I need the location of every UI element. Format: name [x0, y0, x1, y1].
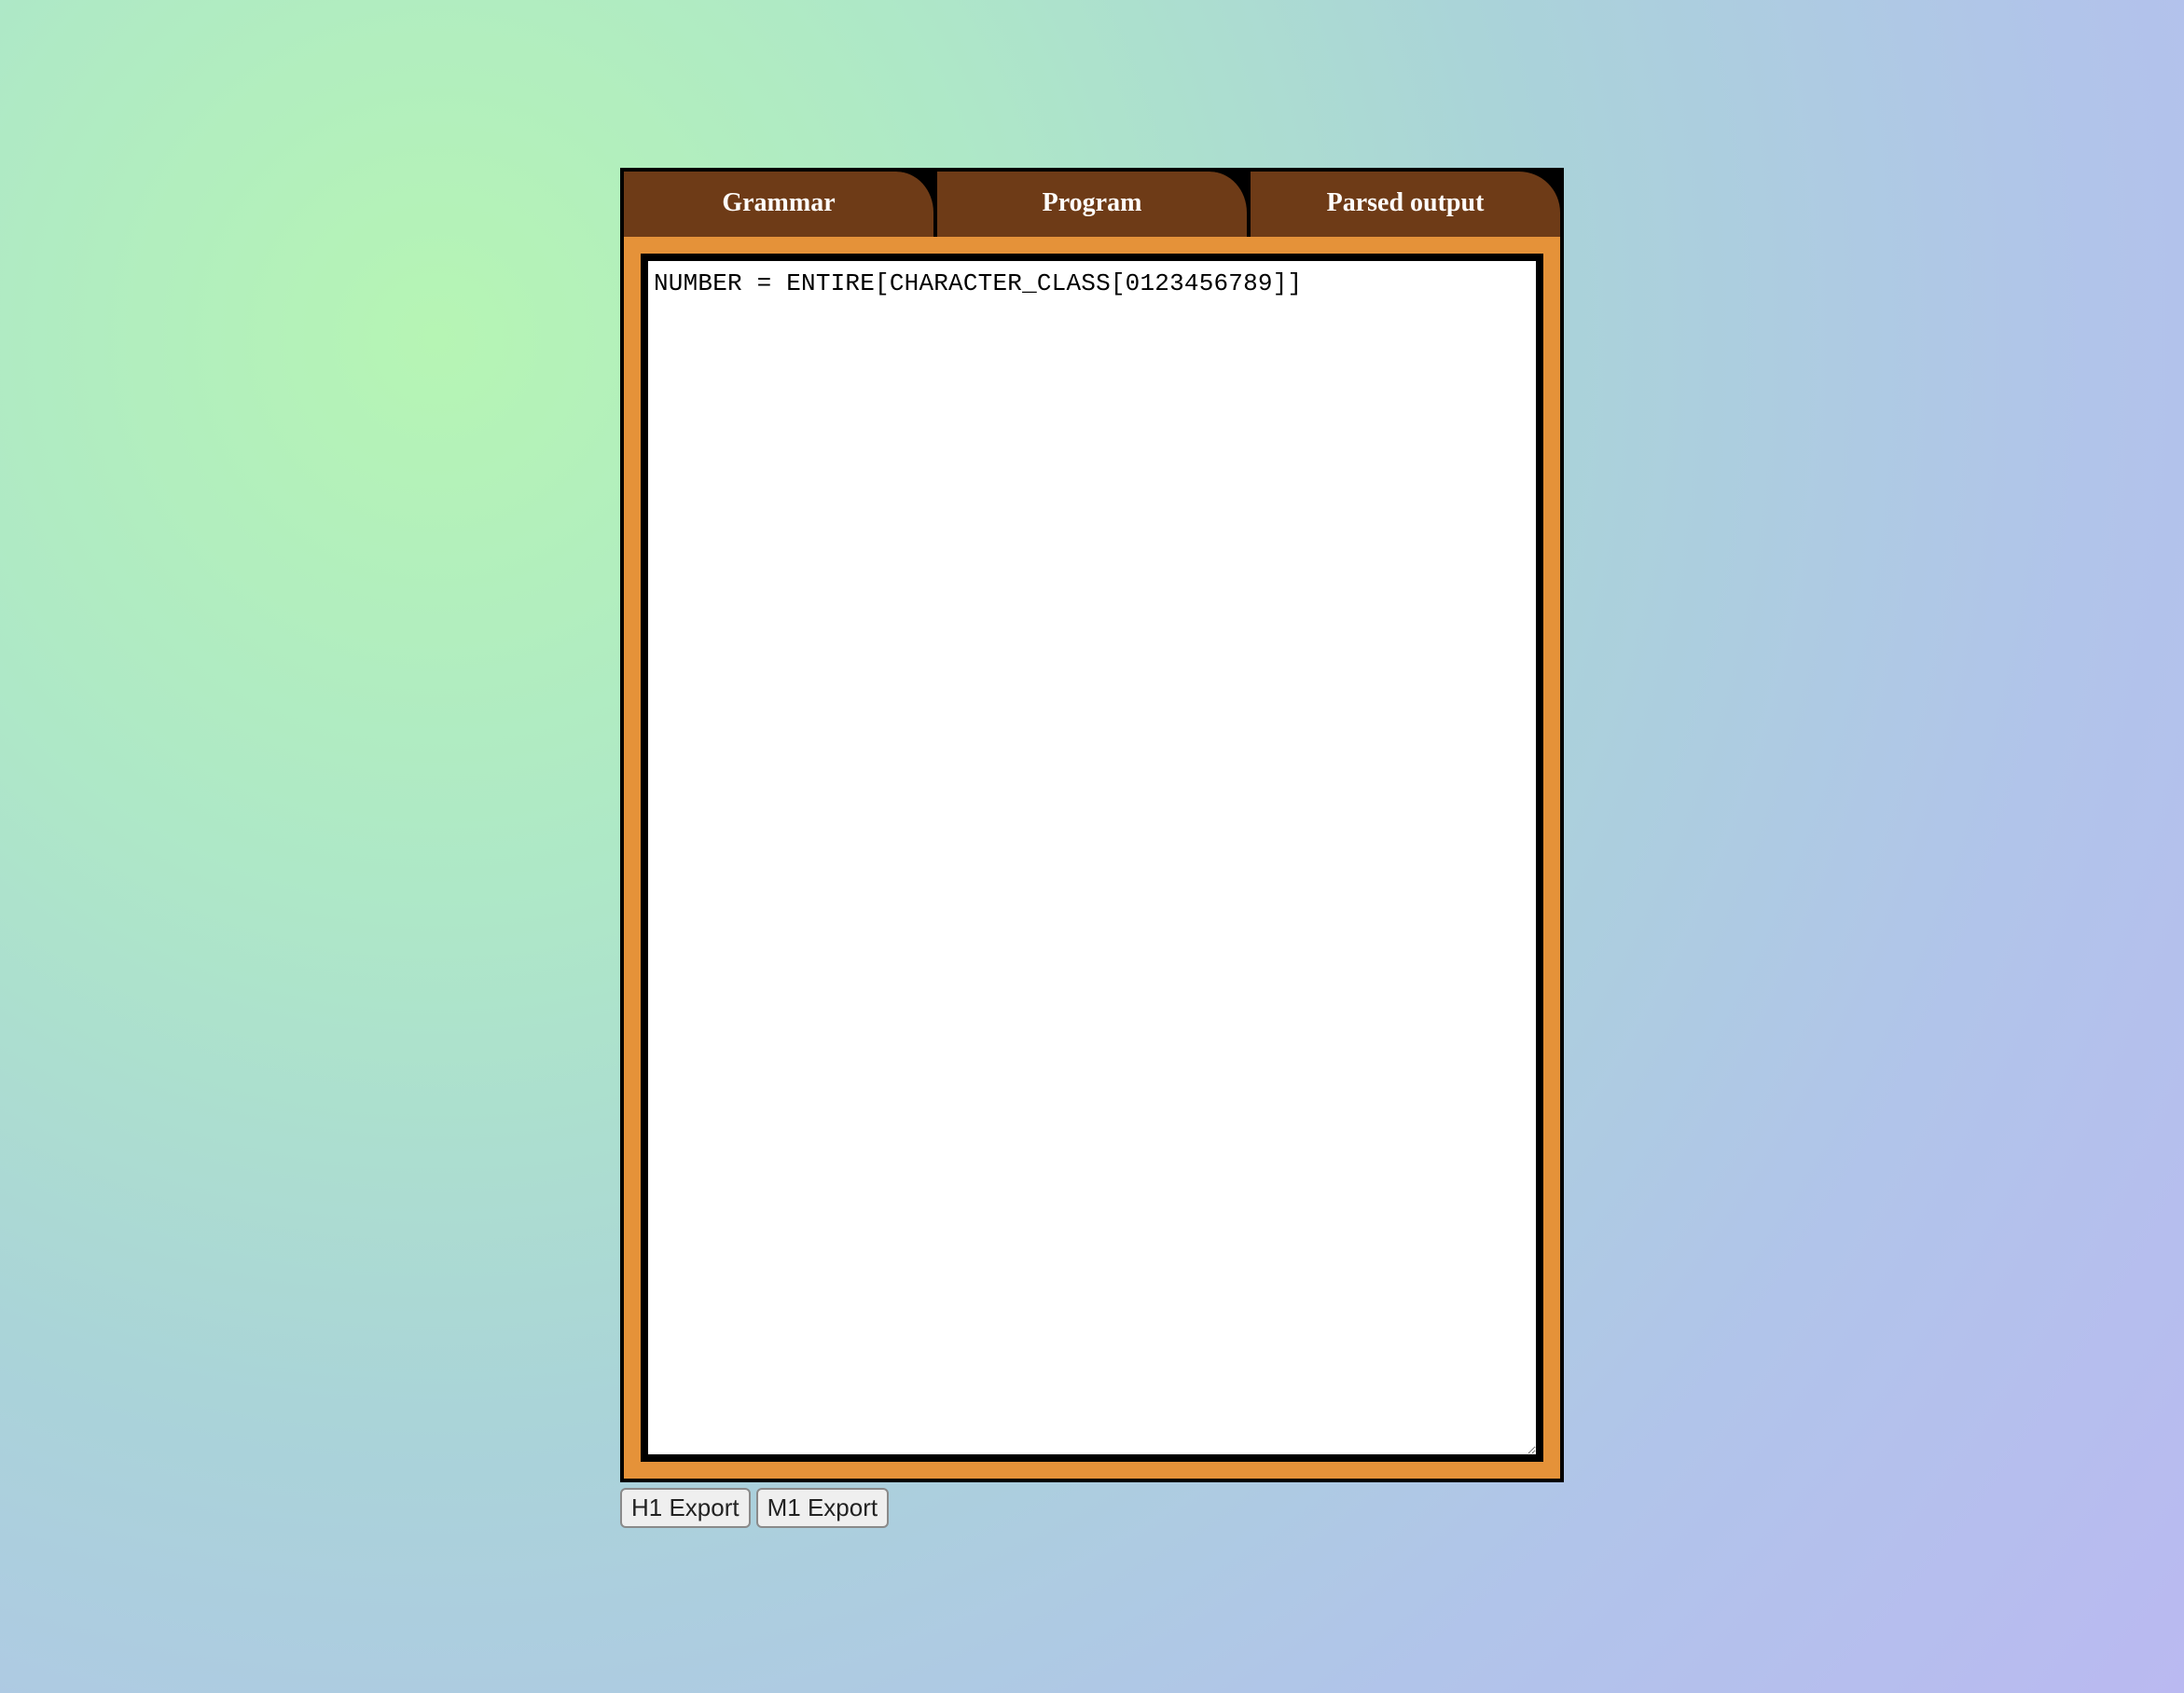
export-buttons: H1 Export M1 Export: [620, 1488, 1564, 1528]
h1-export-button[interactable]: H1 Export: [620, 1488, 751, 1528]
parsed-output-textarea[interactable]: [648, 261, 1536, 1454]
m1-export-button[interactable]: M1 Export: [756, 1488, 890, 1528]
editor-panel: [620, 237, 1564, 1482]
tab-program[interactable]: Program: [937, 172, 1251, 237]
parser-app: Grammar Program Parsed output H1 Export …: [620, 168, 1564, 1528]
tab-bar: Grammar Program Parsed output: [620, 168, 1564, 237]
textarea-border: [641, 254, 1543, 1462]
tab-grammar[interactable]: Grammar: [624, 172, 937, 237]
tab-parsed-output[interactable]: Parsed output: [1251, 172, 1560, 237]
